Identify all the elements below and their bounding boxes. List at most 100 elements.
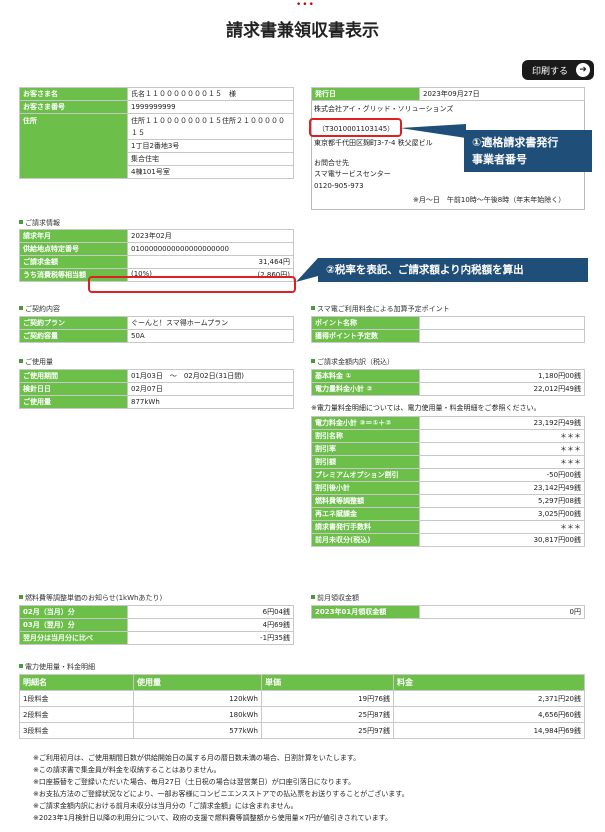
table-cell: 14,984円69銭 (393, 722, 585, 739)
row-label: 翌月分は当月分に比べ (19, 631, 128, 645)
column-header: 使用量 (133, 674, 262, 691)
row-label: ポイント名称 (311, 316, 420, 330)
row-value: 5,297円08銭 (419, 494, 585, 508)
billing-table: 請求年月 2023年02月 供給地点特定番号 01000000000000000… (19, 229, 294, 282)
table-cell: 180kWh (133, 706, 262, 723)
section-title: ご使用量 (19, 357, 53, 367)
note-line: ※ご請求金額内訳における前月未収分は当月分の「ご請求金額」には含まれません。 (33, 802, 298, 810)
section-title: 燃料費等調整単価のお知らせ(1kWhあたり) (19, 593, 162, 603)
row-value: 3,025円00銭 (419, 507, 585, 521)
issue-date-table: 発行日 2023年09月27日 (311, 87, 585, 101)
points-table: ポイント名称 獲得ポイント予定数 (311, 316, 585, 343)
table-row: 請求年月 2023年02月 (19, 229, 294, 243)
row-label: 割引額 (311, 455, 420, 469)
contact-phone: 0120-905-973 (314, 182, 364, 190)
note-line: ※ご利用初月は、ご使用期間日数が供給開始日の属する月の暦日数未満の場合、日割計算… (33, 754, 361, 762)
table-row: 検針日日 02月07日 (19, 382, 294, 396)
section-title: 電力使用量・料金明細 (19, 662, 95, 672)
table-row: 燃料費等調整額 5,297円08銭 (311, 494, 585, 508)
row-label: 基本料金 ① (311, 369, 420, 383)
customer-number: 1999999999 (127, 100, 294, 114)
row-value: 1,180円00銭 (419, 369, 585, 383)
breakdown-note: ※電力量料金明細については、電力使用量・料金明細をご参照ください。 (311, 404, 541, 412)
row-label: 請求書発行手数料 (311, 520, 420, 534)
row-label: プレミアムオプション割引 (311, 468, 420, 482)
table-row: 02月（当月）分 6円04銭 (19, 605, 294, 619)
tax-highlight (88, 276, 296, 293)
customer-address: 住所１１０００００００１５住所２１０００００１５ (127, 113, 294, 140)
table-row: 2023年01月領収金額 0円 (311, 605, 585, 619)
issue-date: 2023年09月27日 (419, 87, 585, 101)
row-label: 電力量料金小計 ② (311, 382, 420, 396)
row-value: 23,192円49銭 (419, 416, 585, 430)
row-label: 獲得ポイント予定数 (311, 329, 420, 343)
section-title: スマ電ご利用料金による加算予定ポイント (311, 304, 450, 314)
row-value: ＊＊＊ (419, 429, 585, 443)
row-value: 01月03日 ～ 02月02日(31日間) (127, 369, 294, 383)
row-value: ＊＊＊ (419, 442, 585, 456)
customer-name: 氏名１１０００００００１５ 様 (127, 87, 294, 101)
registration-highlight (309, 118, 402, 137)
table-row: 割引率 ＊＊＊ (311, 442, 585, 456)
table-cell: 25円97銭 (261, 722, 394, 739)
table-row: 翌月分は当月分に比べ -1円35銭 (19, 631, 294, 645)
contact-hours: ※月～日 午前10時～午後8時（年末年始除く） (413, 196, 566, 204)
row-value: 2023年02月 (127, 229, 294, 243)
column-header: 料金 (393, 674, 585, 691)
table-cell: 2段料金 (19, 706, 134, 723)
prev-table: 2023年01月領収金額 0円 (311, 605, 585, 619)
detail-table: 明細名 使用量 単価 料金 1段料金 120kWh 19円76銭 2,371円2… (19, 674, 585, 739)
usage-table: ご使用期間 01月03日 ～ 02月02日(31日間) 検針日日 02月07日 … (19, 369, 294, 409)
section-title: 前月領収金額 (311, 593, 359, 603)
table-row: 割引名称 ＊＊＊ (311, 429, 585, 443)
callout-line: ①適格請求書発行 (472, 136, 559, 149)
row-label: お客さま名 (19, 87, 128, 101)
row-value: 23,142円49銭 (419, 481, 585, 495)
row-label: 割引率 (311, 442, 420, 456)
callout-tax: ②税率を表記、ご請求額より内税額を算出 (318, 258, 588, 282)
row-value: ＊＊＊ (419, 520, 585, 534)
print-button[interactable]: 印刷する ➜ (522, 60, 594, 80)
row-label: 再エネ賦課金 (311, 507, 420, 521)
table-row: 再エネ賦課金 3,025円00銭 (311, 507, 585, 521)
contact-name: スマ電サービスセンター (314, 170, 391, 178)
breakdown-table-b: 電力料金小計 ③＝①＋② 23,192円49銭 割引名称 ＊＊＊ 割引率 ＊＊＊ 割引… (311, 416, 585, 547)
table-row: 獲得ポイント予定数 (311, 329, 585, 343)
table-row: ご使用期間 01月03日 ～ 02月02日(31日間) (19, 369, 294, 383)
row-value: 50A (127, 329, 294, 343)
contract-table: ご契約プラン ぐーんと！スマ得ホームプラン ご契約容量 50A (19, 316, 294, 343)
row-value: -50円00銭 (419, 468, 585, 482)
note-line: ※口座振替をご登録いただいた場合、毎月27日（土日祝の場合は翌営業日）が口座引落… (33, 778, 356, 786)
row-label: 03月（翌月）分 (19, 618, 128, 632)
customer-table: お客さま名 氏名１１０００００００１５ 様 お客さま番号 1999999999 … (19, 87, 294, 179)
row-label: ご使用期間 (19, 369, 128, 383)
issue-date-label: 発行日 (311, 87, 420, 101)
table-row: 供給地点特定番号 0100000000000000000000 (19, 242, 294, 256)
table-row: 基本料金 ① 1,180円00銭 (311, 369, 585, 383)
table-row: 3段料金 577kWh 25円97銭 14,984円69銭 (19, 722, 585, 739)
callout-pointer (296, 258, 318, 282)
row-label: 02月（当月）分 (19, 605, 128, 619)
section-title: ご請求金額内訳（税込） (311, 357, 394, 367)
top-dots: ••• (296, 0, 315, 10)
row-value: ＊＊＊ (419, 455, 585, 469)
section-title: ご請求情報 (19, 218, 60, 228)
table-row: お客さま名 氏名１１０００００００１５ 様 (19, 87, 294, 101)
table-row: 電力量料金小計 ② 22,012円49銭 (311, 382, 585, 396)
fuel-table: 02月（当月）分 6円04銭 03月（翌月）分 4円69銭 翌月分は当月分に比べ… (19, 605, 294, 645)
section-title: ご契約内容 (19, 304, 60, 314)
table-cell: 25円87銭 (261, 706, 394, 723)
table-row: 割引額 ＊＊＊ (311, 455, 585, 469)
address-line: 集合住宅 (127, 152, 294, 166)
breakdown-table-a: 基本料金 ① 1,180円00銭 電力量料金小計 ② 22,012円49銭 (311, 369, 585, 396)
row-value: 0円 (419, 605, 585, 619)
table-cell: 1段料金 (19, 690, 134, 707)
table-row: ご請求金額 31,464円 (19, 255, 294, 269)
table-row: 割引後小計 23,142円49銭 (311, 481, 585, 495)
table-row: 前月未収分(税込) 30,817円00銭 (311, 533, 585, 547)
row-value: 02月07日 (127, 382, 294, 396)
table-row: お客さま番号 1999999999 (19, 100, 294, 114)
column-header: 単価 (261, 674, 394, 691)
arrow-right-circle-icon: ➜ (576, 63, 590, 77)
row-value (419, 329, 585, 343)
